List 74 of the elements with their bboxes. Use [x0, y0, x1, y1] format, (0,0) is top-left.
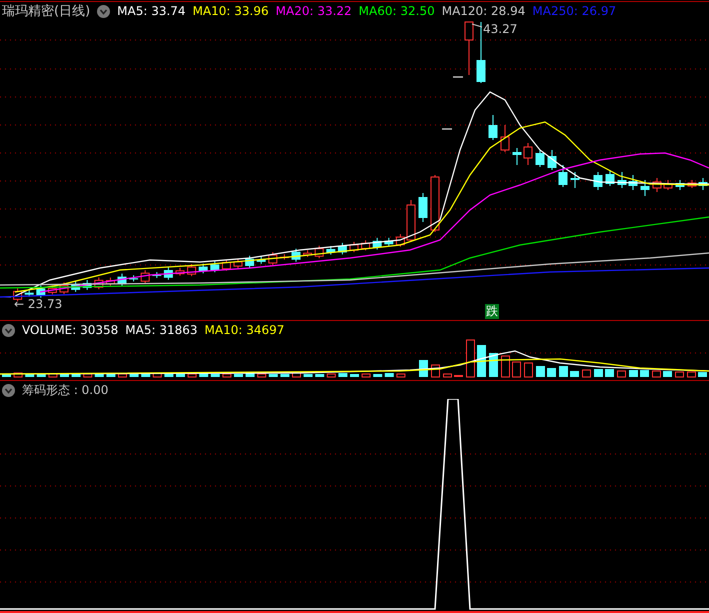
candlestick [396, 234, 405, 248]
candlestick [118, 273, 126, 287]
signal-badge: 跌 [485, 304, 499, 319]
candlestick [652, 178, 662, 192]
candlestick [548, 150, 556, 170]
candlestick [350, 241, 358, 253]
chart-title: 瑞玛精密(日线) [2, 3, 90, 20]
price-label: ← 23.73 [14, 297, 62, 311]
candlestick [688, 180, 696, 188]
candlestick [245, 255, 254, 268]
candlestick [664, 180, 672, 190]
legend-value: MA60: 32.50 [358, 4, 435, 18]
candlestick [152, 272, 162, 278]
candlestick [594, 172, 602, 190]
candlestick [524, 142, 532, 166]
legend-value: MA5: 31863 [125, 323, 198, 337]
chevron-down-icon[interactable] [2, 324, 15, 336]
candlestick [430, 174, 440, 232]
candlestick [256, 256, 266, 264]
candlestick [338, 242, 347, 255]
candlestick [164, 266, 173, 280]
candlestick [372, 237, 382, 250]
candlestick [234, 258, 242, 269]
candlestick [198, 263, 208, 274]
candlestick [476, 22, 486, 84]
candlestick [129, 274, 138, 282]
candlestick [94, 276, 104, 290]
candlestick [628, 174, 638, 190]
candlestick [640, 180, 650, 196]
candlestick [442, 128, 452, 130]
legend-value: MA120: 28.94 [442, 4, 526, 18]
candlestick [36, 284, 46, 298]
candlestick [418, 192, 428, 222]
candlestick [268, 252, 278, 266]
leader-line [472, 24, 482, 28]
legend-value: MA250: 26.97 [532, 4, 616, 18]
candlestick [187, 264, 196, 277]
candlestick [222, 259, 231, 272]
legend-value: MA20: 33.22 [276, 4, 352, 18]
candlestick [406, 200, 416, 242]
candlestick [606, 170, 614, 186]
candlestick [303, 250, 312, 258]
legend-value: MA5: 33.74 [117, 4, 186, 18]
candlestick [280, 254, 289, 260]
candlestick [140, 270, 150, 284]
candlestick [676, 180, 684, 190]
candlestick [361, 240, 370, 251]
candlestick [292, 248, 300, 262]
chevron-down-icon[interactable] [2, 384, 15, 396]
candlestick [13, 288, 22, 302]
candlestick [210, 260, 220, 273]
candlestick [176, 267, 184, 276]
legend-value: MA10: 34697 [204, 323, 284, 337]
candlestick [618, 172, 626, 188]
candlestick [314, 245, 324, 259]
candlestick [698, 178, 708, 190]
price-label: 43.27 [483, 22, 518, 36]
candlestick [384, 237, 394, 247]
candlestick [536, 150, 544, 168]
candlestick [60, 282, 68, 294]
legend-value: VOLUME: 30358 [22, 323, 118, 337]
legend-value: 筹码形态 : 0.00 [22, 382, 108, 398]
candlestick [326, 245, 336, 256]
candlestick [512, 148, 522, 166]
chevron-down-icon[interactable] [97, 4, 110, 18]
legend-value: MA10: 33.96 [192, 4, 269, 18]
candlestick [558, 164, 568, 188]
candlestick [71, 280, 80, 292]
candlestick [24, 289, 34, 298]
candlestick [106, 277, 115, 286]
candlestick [488, 114, 498, 140]
candlestick [82, 279, 92, 290]
candlestick [500, 124, 510, 152]
candlestick [570, 172, 580, 188]
